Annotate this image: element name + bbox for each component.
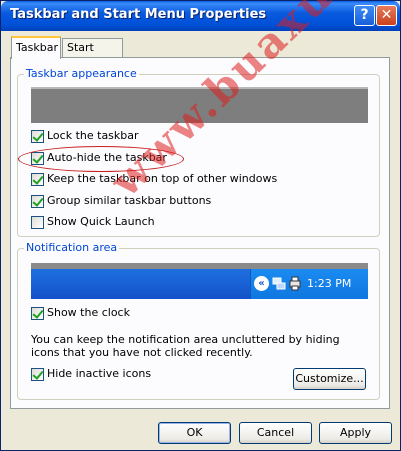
close-button[interactable]: ✕: [376, 5, 397, 26]
tab-taskbar[interactable]: Taskbar: [11, 36, 61, 59]
lock-taskbar-checkbox[interactable]: [31, 130, 44, 143]
quick-launch-checkbox[interactable]: [31, 216, 44, 229]
checkbox-label: Show Quick Launch: [47, 215, 155, 228]
hide-inactive-checkbox[interactable]: [31, 368, 44, 381]
checkbox-label: Keep the taskbar on top of other windows: [47, 172, 278, 185]
ok-button[interactable]: OK: [158, 422, 231, 444]
network-icon: [272, 275, 286, 292]
notification-description: You can keep the notification area unclu…: [31, 333, 340, 359]
chevron-left-icon: «: [254, 276, 269, 291]
notification-preview: « 1:23 PM: [31, 263, 368, 299]
properties-window: Taskbar and Start Menu Properties ? ✕ Ta…: [0, 0, 401, 451]
group-title: Taskbar appearance: [24, 67, 139, 80]
checkbox-label: Show the clock: [47, 306, 130, 319]
help-button[interactable]: ?: [354, 5, 375, 26]
checkbox-label: Lock the taskbar: [47, 129, 139, 142]
title-bar[interactable]: Taskbar and Start Menu Properties ? ✕: [1, 1, 400, 31]
keep-on-top-checkbox[interactable]: [31, 173, 44, 186]
checkbox-label: Group similar taskbar buttons: [47, 194, 212, 207]
customize-button[interactable]: Customize...: [293, 368, 366, 390]
printer-icon: [288, 275, 302, 292]
group-buttons-checkbox[interactable]: [31, 195, 44, 208]
show-clock-checkbox[interactable]: [31, 307, 44, 320]
taskbar-preview: [31, 87, 368, 123]
tab-start-menu[interactable]: Start Menu: [62, 38, 123, 72]
highlight-ellipse: [18, 146, 184, 172]
apply-button[interactable]: Apply: [319, 422, 392, 444]
tray-clock: 1:23 PM: [307, 277, 352, 290]
checkbox-label: Hide inactive icons: [47, 367, 152, 380]
cancel-button[interactable]: Cancel: [239, 422, 312, 444]
window-title: Taskbar and Start Menu Properties: [10, 7, 267, 22]
group-title: Notification area: [24, 241, 120, 254]
system-tray: « 1:23 PM: [250, 269, 368, 299]
